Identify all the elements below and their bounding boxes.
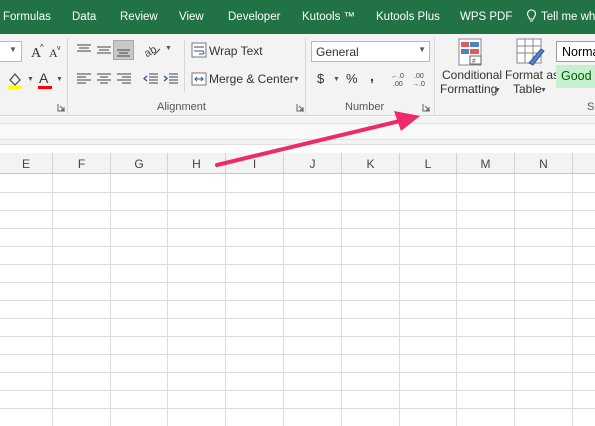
annotation-arrow <box>215 111 420 167</box>
